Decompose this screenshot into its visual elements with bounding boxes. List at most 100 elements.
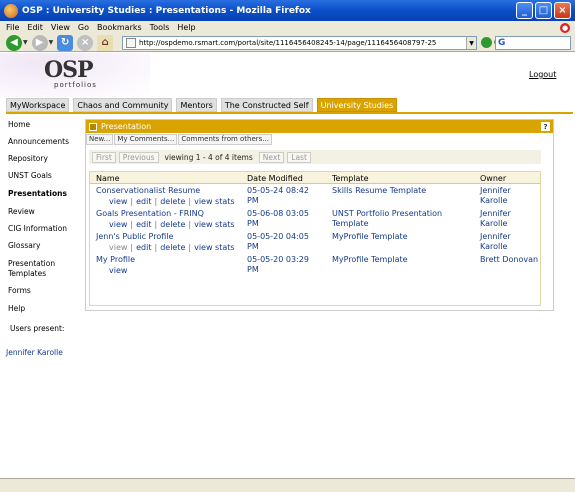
row-actions: view | edit | delete | view stats xyxy=(109,220,235,229)
present-user[interactable]: Jennifer Karolle xyxy=(6,348,63,357)
next-page-button[interactable]: Next xyxy=(258,151,285,163)
nav-item-forms[interactable]: Forms xyxy=(8,286,31,296)
nav-item-presentations[interactable]: Presentations xyxy=(8,189,67,199)
window-titlebar: OSP : University Studies : Presentations… xyxy=(0,0,575,21)
menu-bar: File Edit View Go Bookmarks Tools Help ● xyxy=(0,21,575,34)
back-icon[interactable]: ◀ xyxy=(6,34,22,51)
owner: Brett Donovan xyxy=(480,255,539,264)
nav-item-review[interactable]: Review xyxy=(8,207,35,217)
presentation-name-link[interactable]: Conservationalist Resume xyxy=(96,186,246,196)
menu-help[interactable]: Help xyxy=(177,23,195,32)
status-bar xyxy=(0,478,575,492)
owner: Jennifer Karolle xyxy=(480,209,511,228)
firefox-icon xyxy=(4,3,18,18)
nav-item-repository[interactable]: Repository xyxy=(8,154,48,164)
window-title: OSP : University Studies : Presentations… xyxy=(22,5,311,16)
reload-icon[interactable]: ↻ xyxy=(57,34,74,51)
owner: Jennifer Karolle xyxy=(480,186,511,205)
edit-link[interactable]: edit xyxy=(136,197,151,206)
nav-item-glossary[interactable]: Glossary xyxy=(8,241,40,251)
delete-link[interactable]: delete xyxy=(160,243,185,252)
menu-edit[interactable]: Edit xyxy=(27,23,43,32)
forward-icon[interactable]: ▶ xyxy=(31,34,48,51)
presentation-name-link[interactable]: Jenn's Public Profile xyxy=(96,232,246,242)
column-header-name[interactable]: Name xyxy=(96,174,120,183)
tab-divider xyxy=(6,112,573,114)
navigation-toolbar: ◀ ▼ ▶ ▼ ↻ × ⌂ http://ospdemo.rsmart.com/… xyxy=(0,34,575,52)
view-link[interactable]: view xyxy=(109,243,127,252)
template-link[interactable]: Skills Resume Template xyxy=(332,186,472,196)
column-header-date-modified[interactable]: Date Modified xyxy=(247,174,303,183)
nav-item-cig-information[interactable]: CIG Information xyxy=(8,224,67,234)
previous-page-button[interactable]: Previous xyxy=(118,151,159,163)
maximize-button[interactable]: □ xyxy=(535,2,552,19)
my-comments-button[interactable]: My Comments... xyxy=(114,134,178,145)
stop-icon[interactable]: × xyxy=(77,34,94,51)
portlet-title: Presentation xyxy=(101,122,152,131)
template-link[interactable]: MyProfile Template xyxy=(332,232,472,242)
minimize-button[interactable]: _ xyxy=(516,2,533,19)
nav-item-presentation-templates[interactable]: Presentation Templates xyxy=(8,259,68,279)
view-link[interactable]: view xyxy=(109,197,127,206)
action-bar: New... My Comments... Comments from othe… xyxy=(86,134,553,145)
owner: Jennifer Karolle xyxy=(480,232,511,251)
nav-item-help[interactable]: Help xyxy=(8,304,25,314)
tab-constructed-self[interactable]: The Constructed Self xyxy=(220,98,313,112)
go-icon xyxy=(481,37,492,48)
delete-link[interactable]: delete xyxy=(160,220,185,229)
menu-bookmarks[interactable]: Bookmarks xyxy=(97,23,142,32)
page-viewport: OSP portfolios Logout MyWorkspace Chaos … xyxy=(0,53,575,478)
column-header-owner[interactable]: Owner xyxy=(480,174,506,183)
pager-status: viewing 1 - 4 of 4 items xyxy=(164,152,253,162)
template-link[interactable]: MyProfile Template xyxy=(332,255,472,265)
users-present-label: Users present: xyxy=(10,324,65,333)
presentation-name-link[interactable]: Goals Presentation - FRINQ xyxy=(96,209,246,219)
page-header: OSP portfolios Logout xyxy=(0,53,575,97)
back-history-dropdown-icon[interactable]: ▼ xyxy=(23,39,28,46)
tab-myworkspace[interactable]: MyWorkspace xyxy=(6,98,70,112)
view-link[interactable]: view xyxy=(109,220,127,229)
nav-item-unst-goals[interactable]: UNST Goals xyxy=(8,171,52,181)
template-link[interactable]: UNST Portfolio Presentation Template xyxy=(332,209,457,229)
url-dropdown-icon[interactable]: ▼ xyxy=(466,37,476,49)
tab-mentors[interactable]: Mentors xyxy=(176,98,217,112)
logo-subtext: portfolios xyxy=(54,81,97,89)
pager: First Previous viewing 1 - 4 of 4 items … xyxy=(89,150,541,164)
menu-view[interactable]: View xyxy=(51,23,70,32)
nav-item-home[interactable]: Home xyxy=(8,120,30,130)
delete-link[interactable]: delete xyxy=(160,197,185,206)
date-modified: 05-06-08 03:05 PM xyxy=(247,209,309,228)
menu-file[interactable]: File xyxy=(6,23,19,32)
url-text[interactable]: http://ospdemo.rsmart.com/portal/site/11… xyxy=(139,39,466,47)
menu-go[interactable]: Go xyxy=(78,23,89,32)
edit-link[interactable]: edit xyxy=(136,243,151,252)
comments-from-others-button[interactable]: Comments from others... xyxy=(178,134,272,145)
menu-tools[interactable]: Tools xyxy=(150,23,170,32)
tab-chaos-and-community[interactable]: Chaos and Community xyxy=(73,98,173,112)
presentation-name-link[interactable]: My Profile xyxy=(96,255,246,265)
view-stats-link[interactable]: view stats xyxy=(194,220,234,229)
home-icon[interactable]: ⌂ xyxy=(97,34,114,51)
table-header-row: Name Date Modified Template Owner xyxy=(90,172,540,184)
portlet-reset-icon[interactable] xyxy=(89,122,97,131)
url-bar[interactable]: http://ospdemo.rsmart.com/portal/site/11… xyxy=(122,36,477,50)
view-stats-link[interactable]: view stats xyxy=(194,197,234,206)
nav-item-announcements[interactable]: Announcements xyxy=(8,137,69,147)
view-stats-link[interactable]: view stats xyxy=(194,243,234,252)
logout-link[interactable]: Logout xyxy=(529,70,556,79)
last-page-button[interactable]: Last xyxy=(287,151,311,163)
forward-history-dropdown-icon[interactable]: ▼ xyxy=(49,39,54,46)
row-actions: view | edit | delete | view stats xyxy=(109,243,235,252)
view-link[interactable]: view xyxy=(109,266,127,275)
date-modified: 05-05-20 04:05 PM xyxy=(247,232,309,251)
tab-university-studies[interactable]: University Studies xyxy=(316,98,398,112)
edit-link[interactable]: edit xyxy=(136,220,151,229)
new-button[interactable]: New... xyxy=(86,134,114,145)
presentations-table: Name Date Modified Template Owner Conser… xyxy=(89,171,541,306)
first-page-button[interactable]: First xyxy=(92,151,116,163)
search-box[interactable]: G xyxy=(495,36,571,50)
close-button[interactable]: × xyxy=(554,2,571,19)
help-icon[interactable]: ? xyxy=(541,122,550,131)
throbber-icon: ● xyxy=(560,22,570,33)
column-header-template[interactable]: Template xyxy=(332,174,369,183)
